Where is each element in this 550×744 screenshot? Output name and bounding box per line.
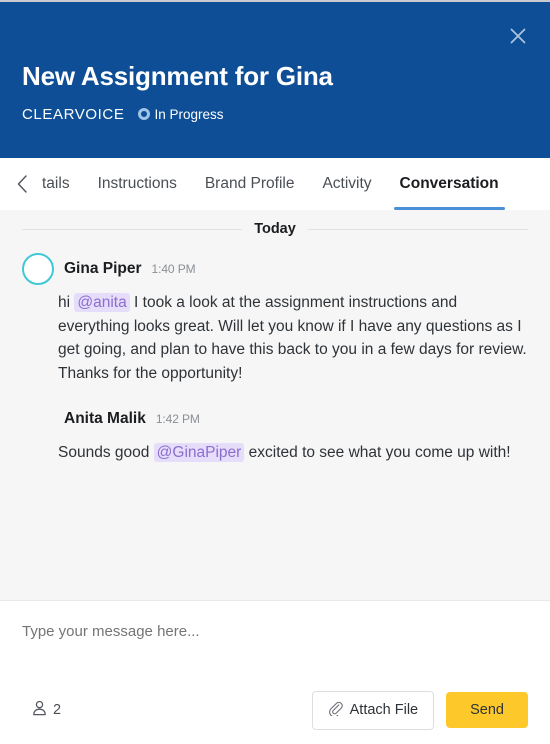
modal-header: New Assignment for Gina CLEARVOICE In Pr…	[0, 2, 550, 158]
attach-file-label: Attach File	[349, 702, 419, 718]
conversation-thread: Today Gina Piper 1:40 PM hi @anita I too…	[0, 210, 550, 600]
person-icon	[32, 700, 47, 720]
tab-conversation[interactable]: Conversation	[386, 158, 513, 210]
day-divider-label: Today	[254, 221, 296, 237]
message-author: Anita Malik	[64, 410, 146, 428]
tab-label: Conversation	[399, 175, 499, 192]
message-text-tail: excited to see what you come up with!	[244, 444, 511, 462]
participant-count[interactable]: 2	[22, 700, 61, 720]
message-item: Anita Malik 1:42 PM Sounds good @GinaPip…	[22, 403, 528, 465]
brand-label: CLEARVOICE	[22, 105, 125, 123]
tab-label: Instructions	[97, 175, 177, 192]
status-label: In Progress	[154, 106, 224, 122]
send-label: Send	[470, 702, 504, 718]
message-text-lead: Sounds good	[58, 444, 154, 462]
message-header: Anita Malik 1:42 PM	[22, 403, 528, 435]
status-dot-icon	[138, 108, 151, 121]
composer-action-bar: 2 Attach File Send	[22, 684, 528, 744]
header-subline: CLEARVOICE In Progress	[22, 106, 528, 123]
tab-details[interactable]: tails	[36, 158, 84, 210]
status-badge: In Progress	[138, 107, 223, 122]
chevron-left-icon[interactable]	[8, 158, 36, 210]
composer-buttons: Attach File Send	[311, 690, 528, 730]
mention-chip[interactable]: @anita	[74, 293, 130, 312]
tab-activity[interactable]: Activity	[308, 158, 385, 210]
day-divider: Today	[22, 210, 528, 253]
composer-input-area[interactable]	[22, 601, 528, 684]
paperclip-icon	[328, 701, 343, 720]
tab-brand-profile[interactable]: Brand Profile	[191, 158, 309, 210]
assignment-conversation-modal: New Assignment for Gina CLEARVOICE In Pr…	[0, 0, 550, 744]
message-header: Gina Piper 1:40 PM	[22, 253, 528, 285]
message-text: hi @anita I took a look at the assignmen…	[58, 291, 528, 385]
divider-rule-right	[307, 228, 528, 230]
participant-count-label: 2	[53, 702, 62, 718]
tab-instructions[interactable]: Instructions	[84, 158, 191, 210]
mention-chip[interactable]: @GinaPiper	[153, 443, 245, 463]
page-title: New Assignment for Gina	[22, 61, 333, 91]
send-button[interactable]: Send	[446, 692, 528, 728]
message-timestamp: 1:42 PM	[155, 412, 200, 427]
message-composer: 2 Attach File Send	[0, 600, 550, 744]
message-author: Gina Piper	[64, 260, 142, 277]
attach-file-button[interactable]: Attach File	[311, 690, 435, 730]
tab-label: tails	[42, 175, 70, 192]
avatar[interactable]	[22, 403, 54, 435]
tab-label: Brand Profile	[204, 175, 295, 192]
message-input[interactable]	[22, 623, 528, 640]
message-text: Sounds good @GinaPiper excited to see wh…	[58, 441, 528, 465]
tab-bar: tails Instructions Brand Profile Activit…	[0, 158, 550, 210]
avatar[interactable]	[22, 253, 54, 285]
message-timestamp: 1:40 PM	[151, 262, 196, 276]
message-text-lead: hi	[58, 294, 75, 311]
tab-label: Activity	[322, 175, 372, 192]
message-item: Gina Piper 1:40 PM hi @anita I took a lo…	[22, 253, 528, 385]
divider-rule-left	[22, 228, 243, 230]
close-icon[interactable]	[502, 20, 534, 52]
